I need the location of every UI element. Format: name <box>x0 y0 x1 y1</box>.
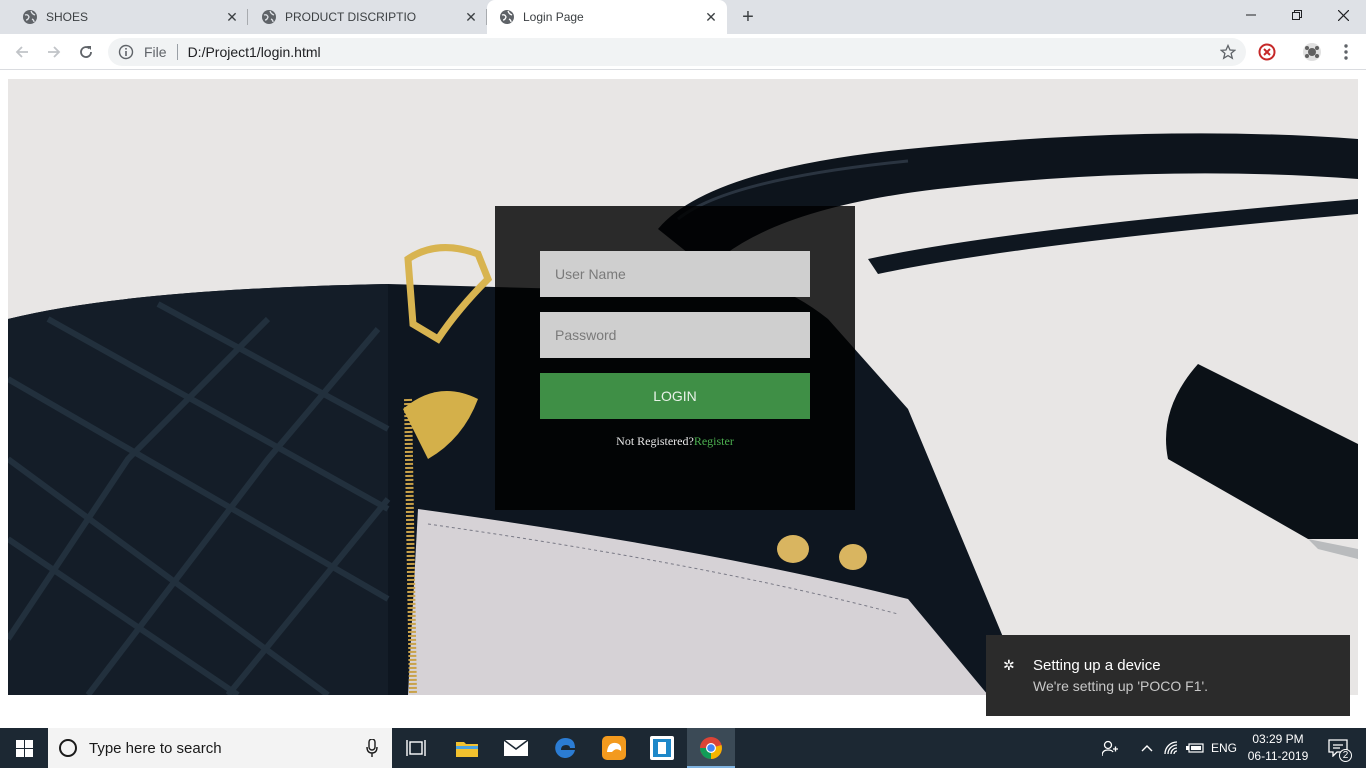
task-view-button[interactable] <box>392 728 440 768</box>
show-hidden-icons-button[interactable] <box>1136 728 1158 768</box>
restore-icon <box>1292 10 1302 20</box>
chevron-up-icon <box>1141 745 1153 752</box>
tab-shoes[interactable]: SHOES ✕ <box>0 0 248 34</box>
uc-browser-icon <box>602 736 626 760</box>
minimize-button[interactable] <box>1228 0 1274 30</box>
register-prompt: Not Registered?Register <box>495 434 855 449</box>
edge-browser-button[interactable] <box>541 728 589 768</box>
login-button[interactable]: LOGIN <box>540 373 810 419</box>
close-window-button[interactable] <box>1320 0 1366 30</box>
windows-taskbar: Type here to search ENG 03:29 PM 06-11-2… <box>0 728 1366 768</box>
tab-title: PRODUCT DISCRIPTIO <box>285 10 417 24</box>
app-window-icon <box>650 736 674 760</box>
people-button[interactable] <box>1097 728 1123 768</box>
page-viewport: LOGIN Not Registered?Register <box>0 71 1366 728</box>
arrow-left-icon <box>15 46 28 58</box>
arrow-right-icon <box>48 46 61 58</box>
close-icon <box>1337 9 1349 21</box>
browser-toolbar: File D:/Project1/login.html <box>0 34 1366 70</box>
avatar-icon <box>1303 43 1321 61</box>
info-icon[interactable] <box>118 44 134 60</box>
reload-button[interactable] <box>74 40 98 64</box>
network-button[interactable] <box>1160 728 1184 768</box>
toast-message: We're setting up 'POCO F1'. <box>1033 678 1209 694</box>
start-button[interactable] <box>0 728 48 768</box>
minimize-icon <box>1246 14 1256 16</box>
language-indicator[interactable]: ENG <box>1208 728 1240 768</box>
gear-icon: ✲ <box>1003 657 1015 673</box>
toast-title: Setting up a device <box>1033 657 1161 674</box>
wifi-icon <box>1164 741 1178 755</box>
profile-avatar-button[interactable] <box>1302 42 1322 62</box>
notification-count-badge: 2 <box>1339 749 1352 762</box>
edge-icon <box>555 738 575 758</box>
globe-icon <box>500 10 514 24</box>
taskbar-search-box[interactable]: Type here to search <box>48 728 392 768</box>
divider <box>176 44 178 60</box>
microphone-icon[interactable] <box>366 739 378 757</box>
battery-button[interactable] <box>1184 728 1206 768</box>
system-clock[interactable]: 03:29 PM 06-11-2019 <box>1244 731 1312 765</box>
globe-icon <box>262 10 276 24</box>
chrome-taskbar-button[interactable] <box>687 728 735 768</box>
tab-title: SHOES <box>46 10 89 24</box>
tab-strip: SHOES ✕ PRODUCT DISCRIPTIO ✕ Login Page … <box>0 0 1366 34</box>
chrome-menu-button[interactable] <box>1336 42 1356 62</box>
block-icon <box>1258 43 1276 61</box>
globe-icon <box>23 10 37 24</box>
battery-icon <box>1186 743 1204 753</box>
password-input[interactable] <box>540 312 810 358</box>
mail-button[interactable] <box>492 728 540 768</box>
address-bar[interactable]: File D:/Project1/login.html <box>108 38 1246 66</box>
back-button[interactable] <box>10 40 34 64</box>
tab-title: Login Page <box>523 10 584 24</box>
username-input[interactable] <box>540 251 810 297</box>
app-button[interactable] <box>638 728 686 768</box>
url-text[interactable]: D:/Project1/login.html <box>188 44 321 60</box>
close-tab-icon[interactable]: ✕ <box>703 9 719 25</box>
chrome-icon <box>700 737 722 759</box>
star-icon[interactable] <box>1220 44 1236 60</box>
tab-product-description[interactable]: PRODUCT DISCRIPTIO ✕ <box>239 0 487 34</box>
folder-icon <box>456 742 478 757</box>
cortana-icon <box>59 739 77 757</box>
forward-button[interactable] <box>42 40 66 64</box>
close-tab-icon[interactable]: ✕ <box>463 9 479 25</box>
action-center-button[interactable]: 2 <box>1318 728 1358 768</box>
reload-icon <box>80 46 92 58</box>
tab-login-page[interactable]: Login Page ✕ <box>487 0 727 34</box>
restore-button[interactable] <box>1274 0 1320 30</box>
scheme-label: File <box>144 44 167 60</box>
not-registered-text: Not Registered? <box>616 434 694 448</box>
clock-time: 03:29 PM <box>1252 732 1304 746</box>
mail-icon <box>504 739 528 756</box>
register-link[interactable]: Register <box>694 434 734 448</box>
windows-logo-icon <box>15 739 33 757</box>
clock-date: 06-11-2019 <box>1247 749 1309 763</box>
task-view-icon <box>406 740 426 756</box>
device-setup-toast[interactable]: ✲ Setting up a device We're setting up '… <box>986 635 1350 716</box>
close-tab-icon[interactable]: ✕ <box>224 9 240 25</box>
people-icon <box>1102 740 1118 756</box>
search-placeholder: Type here to search <box>89 739 222 757</box>
more-vertical-icon <box>1344 44 1348 60</box>
login-panel: LOGIN Not Registered?Register <box>495 206 855 510</box>
uc-browser-button[interactable] <box>590 728 638 768</box>
extension-blocker-button[interactable] <box>1257 42 1277 62</box>
file-explorer-button[interactable] <box>443 728 491 768</box>
new-tab-button[interactable]: + <box>736 5 760 29</box>
